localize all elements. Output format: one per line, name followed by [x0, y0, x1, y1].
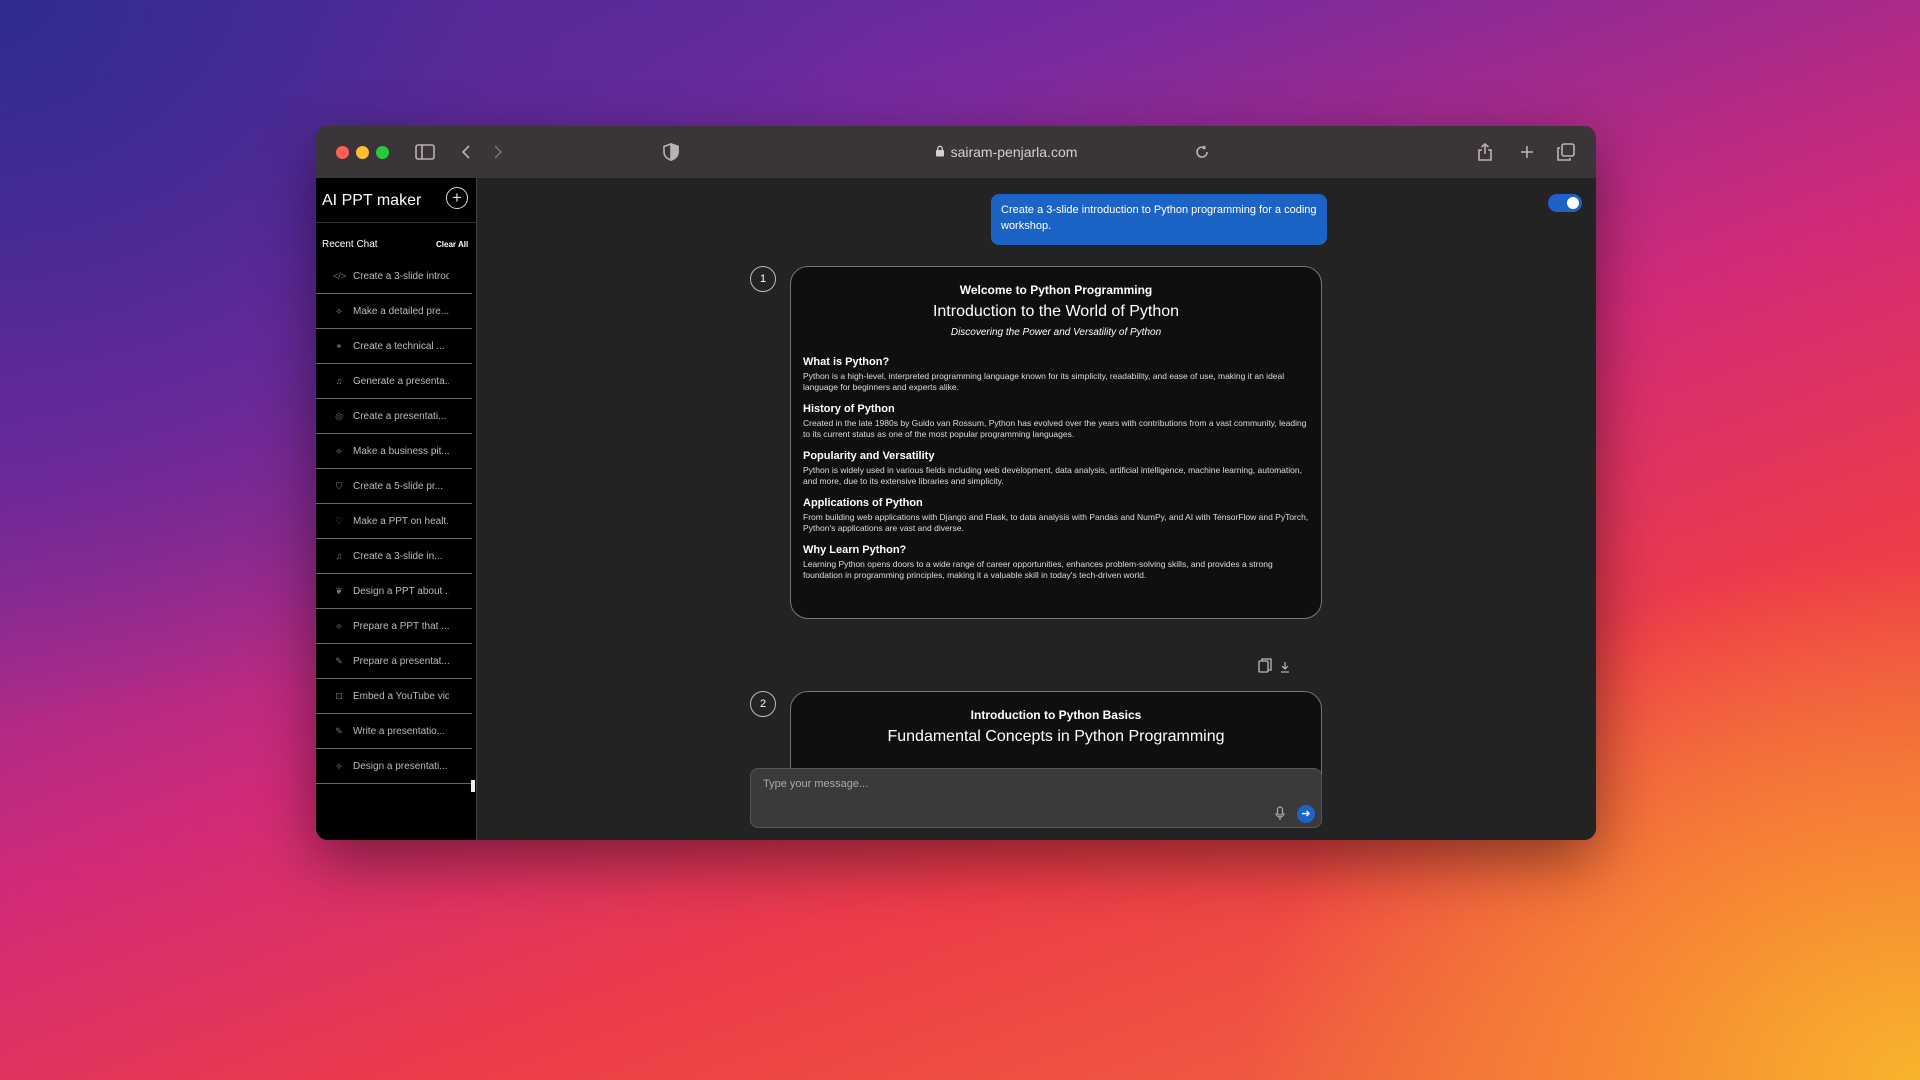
chat-item[interactable]: ⟡ Design a presentati... — [316, 749, 472, 784]
tab-overview-icon[interactable] — [1554, 140, 1578, 164]
sidebar-scrollbar[interactable] — [471, 780, 475, 792]
sidebar-divider — [316, 222, 476, 223]
chat-item[interactable]: ⚭ Create a technical ... — [316, 329, 472, 364]
section-heading: What is Python? — [803, 356, 890, 368]
chat-item[interactable]: ♫ Generate a presenta... — [316, 364, 472, 399]
minimize-window-button[interactable] — [356, 146, 369, 159]
slide-section: History of Python Created in the late 19… — [803, 403, 1309, 439]
sidebar-toggle-icon[interactable] — [413, 140, 437, 164]
section-body: Learning Python opens doors to a wide ra… — [803, 559, 1273, 580]
section-body: From building web applications with Djan… — [803, 512, 1309, 533]
slide-card: Welcome to Python Programming Introducti… — [790, 266, 1322, 619]
section-heading: History of Python — [803, 403, 895, 415]
recent-chat-list: </> Create a 3-slide introdu ⟡ Make a deta… — [316, 259, 472, 784]
forward-icon[interactable] — [486, 140, 510, 164]
pen-icon: ✎ — [335, 655, 343, 666]
target-icon: ◎ — [335, 410, 343, 421]
section-heading: Applications of Python — [803, 497, 923, 509]
link-icon: ⚭ — [335, 340, 343, 351]
toggle-knob — [1567, 197, 1579, 209]
slide-section: What is Python? Python is a high-level, … — [803, 356, 1309, 392]
url-text: sairam-penjarla.com — [950, 144, 1078, 160]
share-icon[interactable] — [1473, 140, 1497, 164]
bell-icon: ♫ — [335, 551, 343, 561]
message-composer: ➔ — [750, 768, 1322, 828]
slide-kicker: Welcome to Python Programming — [959, 283, 1153, 297]
slide-actions — [1258, 658, 1290, 679]
code-icon: </> — [333, 271, 347, 281]
slide-number-badge: 2 — [750, 691, 776, 717]
leaf-icon: ❦ — [335, 585, 343, 596]
video-icon: ⊡ — [335, 690, 343, 701]
slide-section: Applications of Python From building web… — [803, 497, 1309, 533]
chat-item[interactable]: ⛉ Create a 5-slide pr... — [316, 469, 472, 504]
microphone-icon[interactable] — [1275, 806, 1285, 826]
slide-headline: Introduction to the World of Python — [932, 303, 1180, 320]
chart-icon: ⟡ — [336, 305, 342, 316]
lock-icon — [935, 144, 945, 160]
chat-item[interactable]: ⟡ Make a business pit... — [316, 434, 472, 469]
app-title: AI PPT maker — [322, 192, 422, 209]
clear-all-button[interactable]: Clear All — [436, 240, 468, 249]
slide-number-badge: 1 — [750, 266, 776, 292]
chat-item[interactable]: ⟡ Make a detailed pre... — [316, 294, 472, 329]
browser-toolbar: sairam-penjarla.com — [316, 126, 1596, 178]
section-body: Python is widely used in various fields … — [803, 465, 1302, 486]
bell-icon: ♫ — [335, 376, 343, 386]
pen-icon: ✎ — [335, 725, 343, 736]
chat-item[interactable]: ✎ Prepare a presentat... — [316, 644, 472, 679]
recent-chat-heading: Recent Chat — [322, 239, 378, 250]
privacy-shield-icon[interactable] — [659, 140, 683, 164]
maximize-window-button[interactable] — [376, 146, 389, 159]
chart-icon: ⟡ — [336, 445, 342, 456]
section-heading: Why Learn Python? — [803, 544, 907, 556]
shield-icon: ⛉ — [335, 480, 343, 491]
send-arrow-icon[interactable]: ➔ — [1297, 805, 1315, 823]
chat-area: Create a 3-slide introduction to Python … — [477, 178, 1596, 840]
section-heading: Popularity and Versatility — [803, 450, 935, 462]
section-body: Created in the late 1980s by Guido van R… — [803, 418, 1307, 439]
chart-icon: ⟡ — [336, 620, 342, 631]
chat-item[interactable]: ⊡ Embed a YouTube vid... — [316, 679, 472, 714]
slide-section: Popularity and Versatility Python is wid… — [803, 450, 1309, 486]
chat-item[interactable]: ❦ Design a PPT about ... — [316, 574, 472, 609]
user-message: Create a 3-slide introduction to Python … — [991, 194, 1327, 245]
chat-item[interactable]: ♡ Make a PPT on healt... — [316, 504, 472, 539]
message-input[interactable] — [761, 777, 1245, 791]
back-icon[interactable] — [454, 140, 478, 164]
chat-item[interactable]: ◎ Create a presentati... — [316, 399, 472, 434]
chat-item[interactable]: </> Create a 3-slide introdu — [316, 259, 472, 294]
new-chat-plus-icon[interactable]: + — [446, 187, 468, 209]
chat-item[interactable]: ⟡ Prepare a PPT that ... — [316, 609, 472, 644]
chart-icon: ⟡ — [336, 760, 342, 771]
slide-tagline: Discovering the Power and Versatility of… — [950, 327, 1162, 338]
sidebar: AI PPT maker + Recent Chat Clear All </>… — [316, 178, 477, 840]
theme-toggle[interactable] — [1548, 194, 1582, 212]
new-tab-icon[interactable] — [1515, 140, 1539, 164]
heart-icon: ♡ — [334, 515, 344, 526]
slide-headline: Fundamental Concepts in Python Programmi… — [887, 728, 1225, 745]
chat-item[interactable]: ♫ Create a 3-slide in... — [316, 539, 472, 574]
slide-section: Why Learn Python? Learning Python opens … — [803, 544, 1309, 580]
copy-icon[interactable] — [1258, 658, 1272, 679]
download-icon[interactable] — [1280, 660, 1290, 678]
slide-kicker: Introduction to Python Basics — [970, 708, 1142, 722]
chat-item[interactable]: ✎ Write a presentatio... — [316, 714, 472, 749]
address-bar[interactable]: sairam-penjarla.com — [886, 141, 1126, 163]
close-window-button[interactable] — [336, 146, 349, 159]
browser-window: sairam-penjarla.com AI PPT maker + Recen… — [316, 126, 1596, 840]
reload-icon[interactable] — [1190, 140, 1214, 164]
section-body: Python is a high-level, interpreted prog… — [803, 371, 1285, 392]
